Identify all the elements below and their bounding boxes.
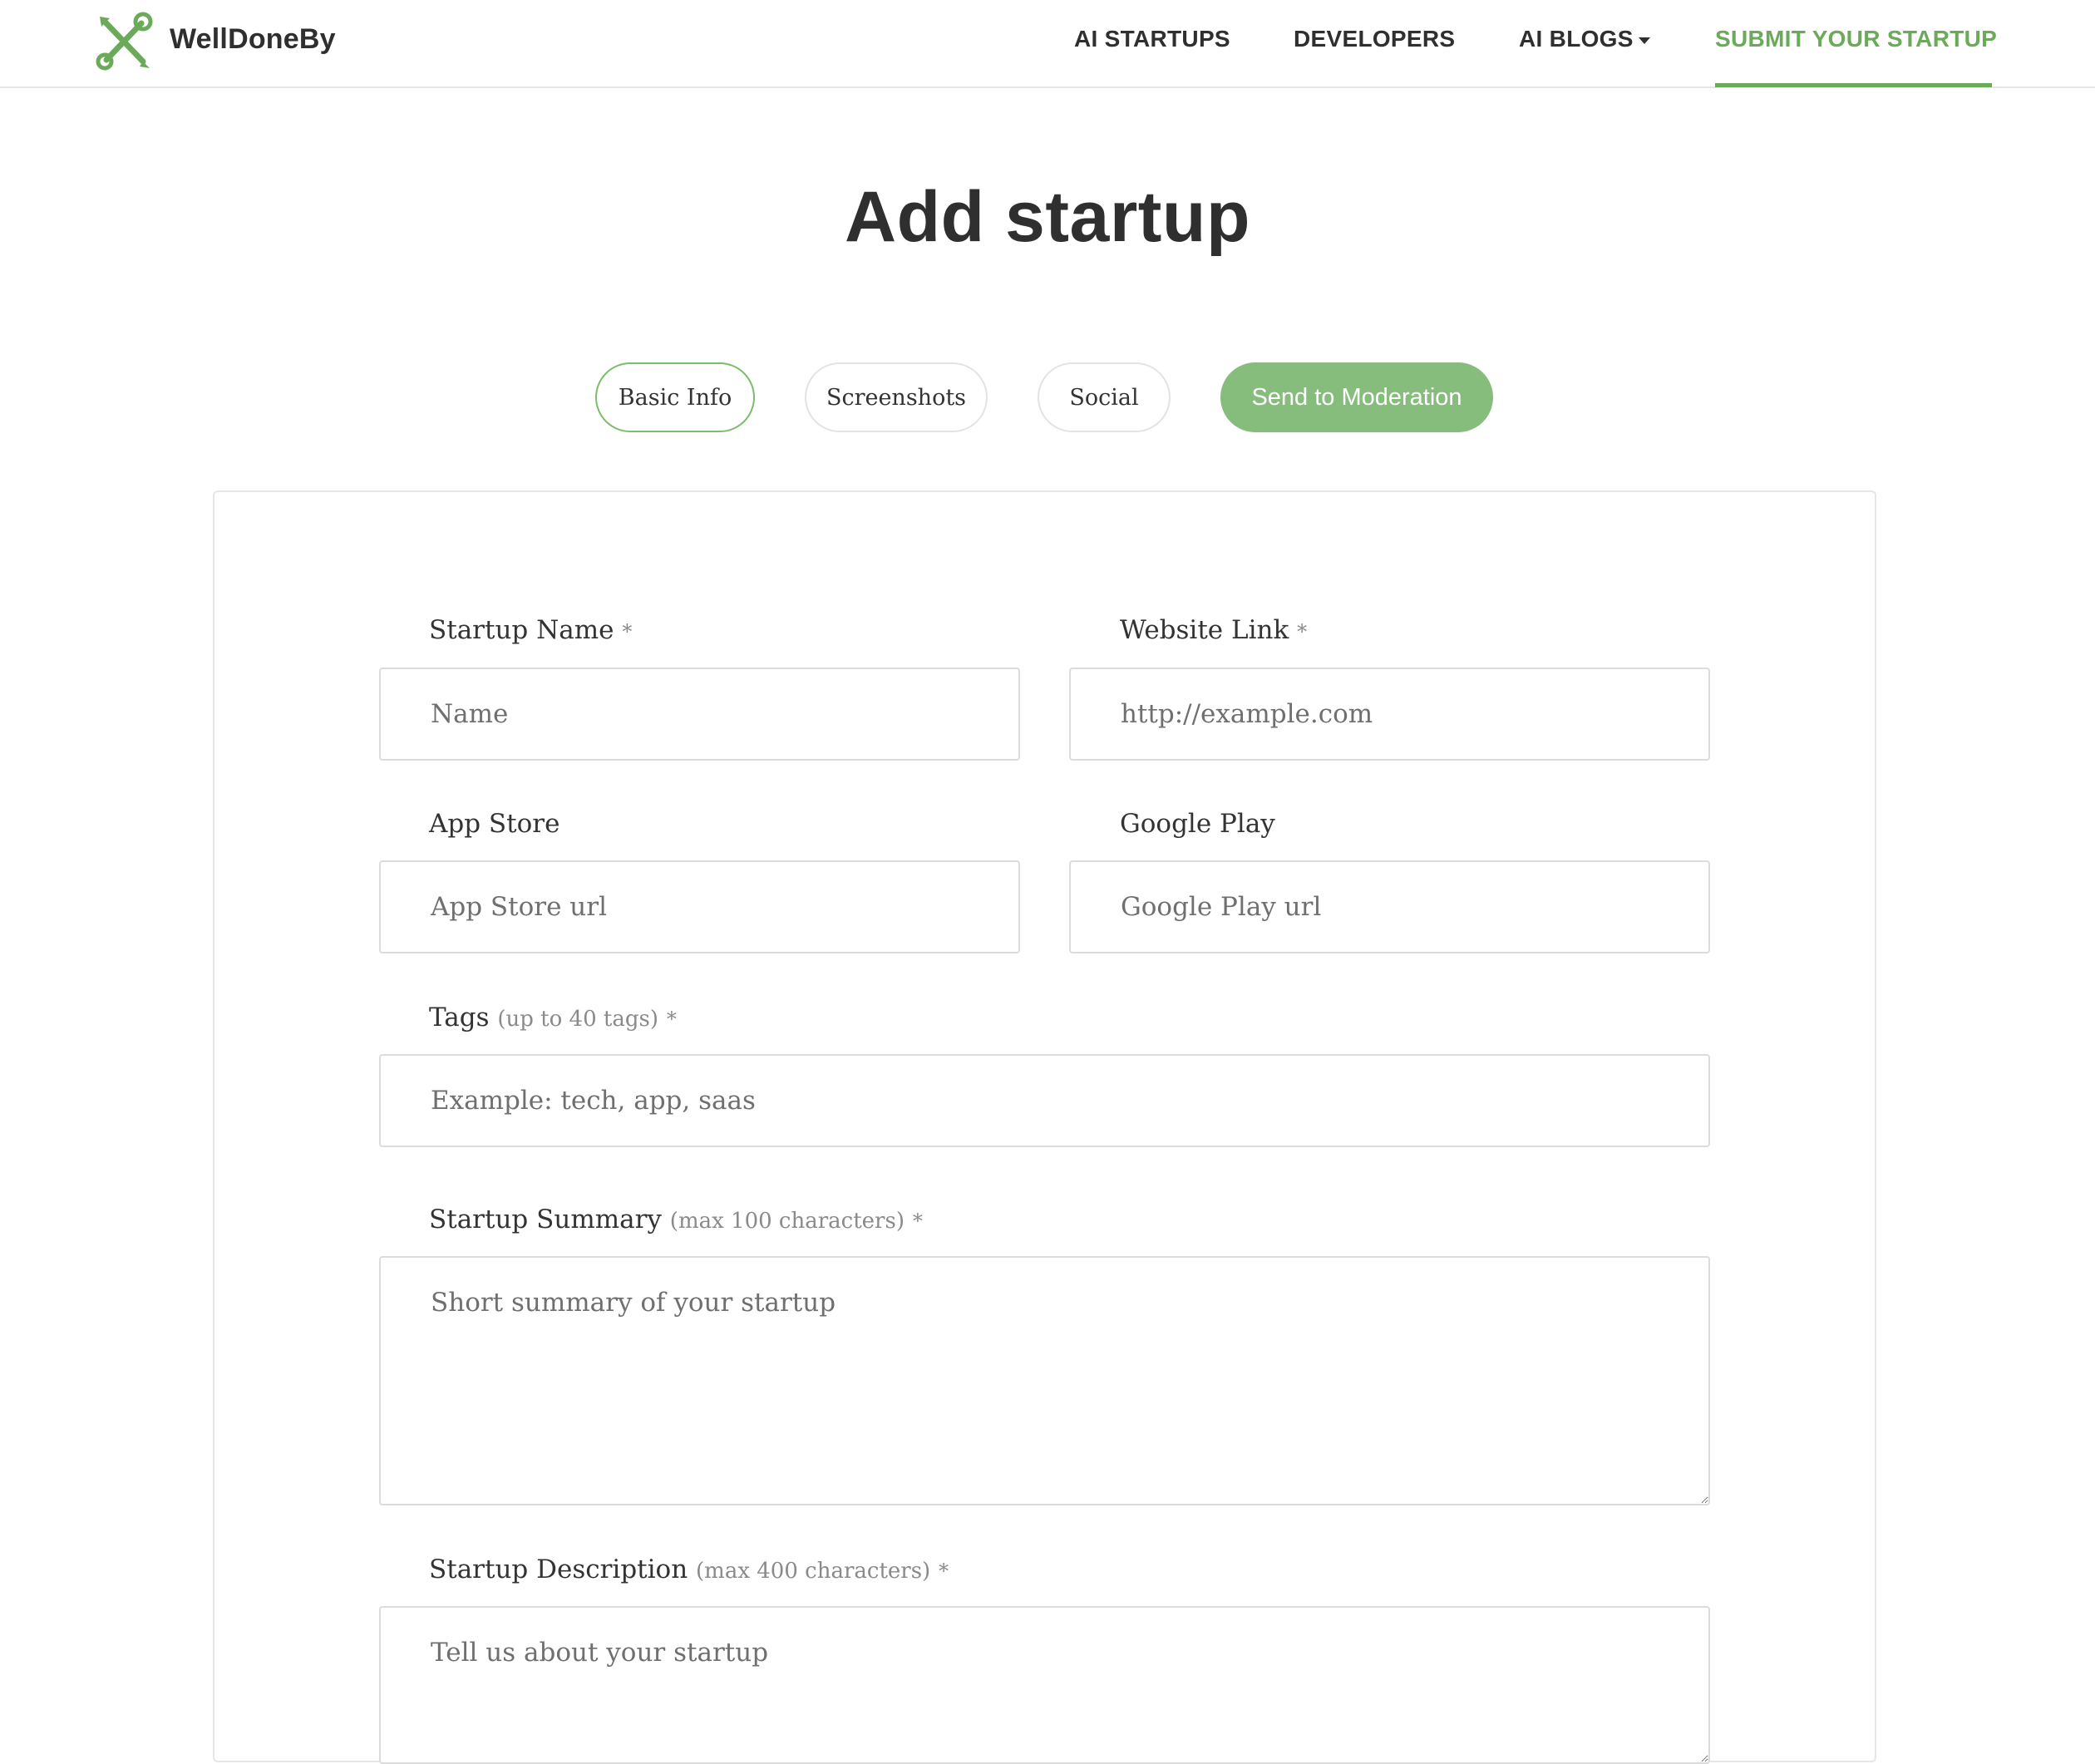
startup-description-textarea[interactable] <box>379 1606 1710 1764</box>
google-play-input[interactable] <box>1069 860 1710 953</box>
startup-description-label-text: Startup Description <box>429 1555 688 1584</box>
nav-ai-blogs-label: AI BLOGS <box>1519 26 1634 52</box>
required-mark: * <box>912 1210 923 1233</box>
page-title: Add startup <box>844 177 1251 257</box>
required-mark: * <box>939 1560 949 1583</box>
startup-summary-textarea[interactable] <box>379 1256 1710 1505</box>
nav-ai-startups[interactable]: AI STARTUPS <box>1074 26 1230 52</box>
tags-label-text: Tags <box>429 1003 490 1032</box>
website-link-label-text: Website Link <box>1120 615 1289 645</box>
wrench-pencil-icon[interactable] <box>95 12 155 71</box>
startup-summary-label: Startup Summary (max 100 characters) * <box>429 1205 923 1234</box>
caret-down-icon <box>1638 37 1650 44</box>
brand-name[interactable]: WellDoneBy <box>170 23 336 56</box>
google-play-label: Google Play <box>1120 809 1275 839</box>
required-mark: * <box>622 620 633 643</box>
website-link-label: Website Link * <box>1120 615 1307 645</box>
required-mark: * <box>1297 620 1308 643</box>
website-link-input[interactable] <box>1069 668 1710 761</box>
required-mark: * <box>666 1008 677 1031</box>
description-hint: (max 400 characters) <box>696 1559 931 1584</box>
startup-description-label: Startup Description (max 400 characters)… <box>429 1555 949 1584</box>
summary-hint: (max 100 characters) <box>669 1209 905 1234</box>
app-store-input[interactable] <box>379 860 1020 953</box>
startup-name-label: Startup Name * <box>429 615 632 645</box>
nav-submit-your-startup[interactable]: SUBMIT YOUR STARTUP <box>1715 26 1997 52</box>
active-nav-indicator <box>1715 83 1992 87</box>
nav-developers[interactable]: DEVELOPERS <box>1294 26 1455 52</box>
step-screenshots[interactable]: Screenshots <box>805 362 988 432</box>
tags-hint: (up to 40 tags) <box>497 1007 658 1032</box>
step-basic-info[interactable]: Basic Info <box>595 362 755 432</box>
tags-label: Tags (up to 40 tags) * <box>429 1003 677 1032</box>
app-store-label: App Store <box>429 809 560 839</box>
tags-input[interactable] <box>379 1054 1710 1147</box>
nav-ai-blogs[interactable]: AI BLOGS <box>1519 26 1650 52</box>
top-navbar: WellDoneBy AI STARTUPS DEVELOPERS AI BLO… <box>0 0 2095 88</box>
startup-summary-label-text: Startup Summary <box>429 1205 662 1234</box>
startup-name-input[interactable] <box>379 668 1020 761</box>
step-social[interactable]: Social <box>1038 362 1171 432</box>
send-to-moderation-button[interactable]: Send to Moderation <box>1220 362 1493 432</box>
startup-name-label-text: Startup Name <box>429 615 614 645</box>
